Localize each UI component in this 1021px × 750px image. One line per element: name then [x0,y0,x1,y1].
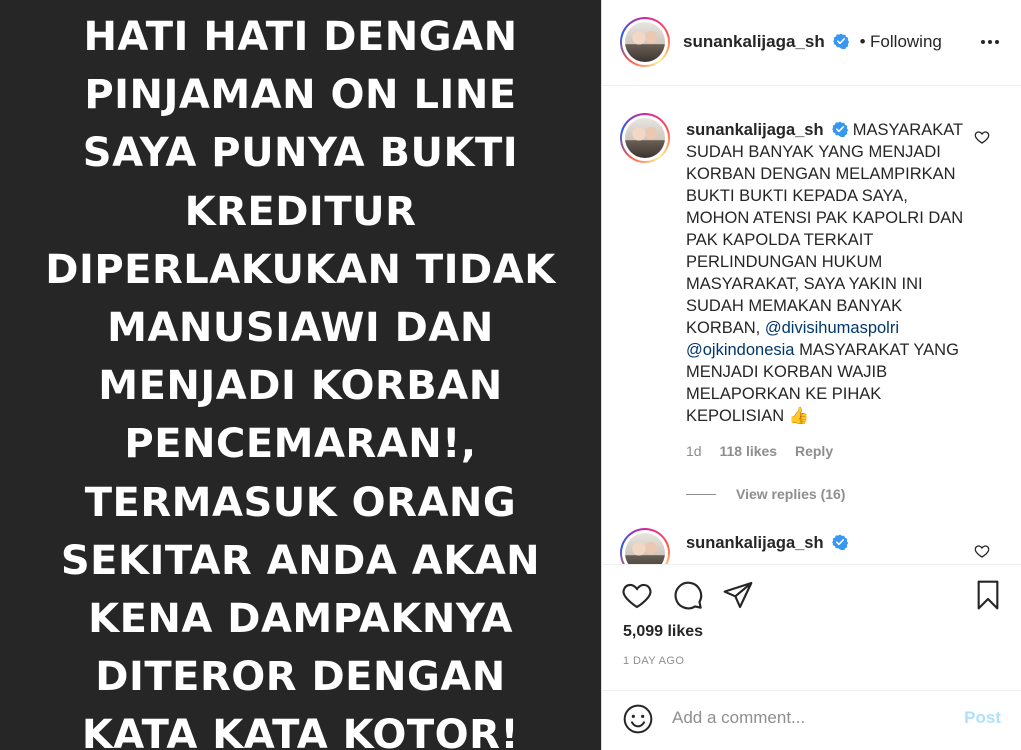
caption-meta: 1d 118 likes Reply [686,443,847,459]
image-text-line: PINJAMAN ON LINE [84,72,517,119]
comments-list[interactable]: sunankalijaga_sh MASYARAKAT SUDAH BANYAK… [602,86,1021,564]
header-user-block: sunankalijaga_sh • Following [683,32,942,52]
caption-username[interactable]: sunankalijaga_sh [686,121,824,139]
bookmark-save-icon[interactable] [972,579,1004,611]
caption-likes-count[interactable]: 118 likes [719,443,777,459]
comment-input[interactable] [672,705,942,731]
like-heart-icon[interactable] [621,579,653,611]
image-text-line: SEKITAR ANDA AKAN [60,537,541,584]
post-image-text: HATI HATI DENGAN PINJAMAN ON LINE SAYA PUN… [0,8,601,750]
verified-badge-icon [832,121,849,137]
image-text-line: PENCEMARAN!, [124,421,477,468]
reply-button[interactable]: Reply [795,443,833,459]
post-sidebar: sunankalijaga_sh • Following sunankalija… [601,0,1021,750]
image-text-line: MANUSIAWI DAN [107,305,494,352]
following-button[interactable]: Following [870,32,942,51]
caption-like-heart-icon[interactable] [974,129,990,145]
likes-count[interactable]: 5,099 likes [623,623,703,641]
comment-username[interactable]: sunankalijaga_sh [686,534,824,552]
caption-age[interactable]: 1d [686,443,702,459]
image-text-line: SAYA PUNYA BUKTI [82,130,519,177]
avatar[interactable] [620,17,670,67]
smiley-icon[interactable] [622,703,654,735]
comment-like-heart-icon[interactable] [974,543,990,559]
comment-avatar[interactable] [620,528,670,564]
post-header: sunankalijaga_sh • Following [602,0,1021,86]
post-image[interactable]: HATI HATI DENGAN PINJAMAN ON LINE SAYA PUN… [0,0,601,750]
post-timestamp[interactable]: 1 DAY AGO [623,655,684,667]
comment-bubble-icon[interactable] [672,579,704,611]
add-comment-form: Post [602,690,1021,750]
verified-badge-icon [832,534,849,550]
verified-badge-icon [833,33,850,49]
mention-link-ojkindonesia[interactable]: @ojkindonesia [686,341,794,359]
post-comment-button[interactable]: Post [964,708,1001,728]
replies-divider [686,493,716,495]
share-send-icon[interactable] [722,579,754,611]
image-text-line: KATA KATA KOTOR! [81,712,520,750]
view-replies-label[interactable]: View replies (16) [736,486,845,502]
thumbs-up-emoji: 👍 [788,407,810,425]
caption: sunankalijaga_sh MASYARAKAT SUDAH BANYAK… [686,119,966,427]
image-text-line: MENJADI KORBAN [98,363,503,410]
caption-avatar[interactable] [620,113,670,163]
post-actions: 5,099 likes 1 DAY AGO [602,564,1021,690]
view-replies-button[interactable]: View replies (16) [686,486,845,502]
separator-dot: • [859,32,866,51]
more-horizontal-icon[interactable] [980,32,1000,52]
comment-item: sunankalijaga_sh [686,534,849,553]
image-text-line: TERMASUK ORANG [84,479,517,526]
image-text-line: DIPERLAKUKAN TIDAK [45,246,556,293]
mention-link-divisihumaspolri[interactable]: @divisihumaspolri [765,319,899,337]
image-text-line: KENA DAMPAKNYA [88,596,513,643]
caption-text-before: MASYARAKAT SUDAH BANYAK YANG MENJADI KOR… [686,121,964,337]
image-text-line: DITEROR DENGAN [95,654,506,701]
image-text-line: KREDITUR [184,188,417,235]
header-username[interactable]: sunankalijaga_sh [683,32,825,51]
image-text-line: HATI HATI DENGAN [83,14,518,60]
